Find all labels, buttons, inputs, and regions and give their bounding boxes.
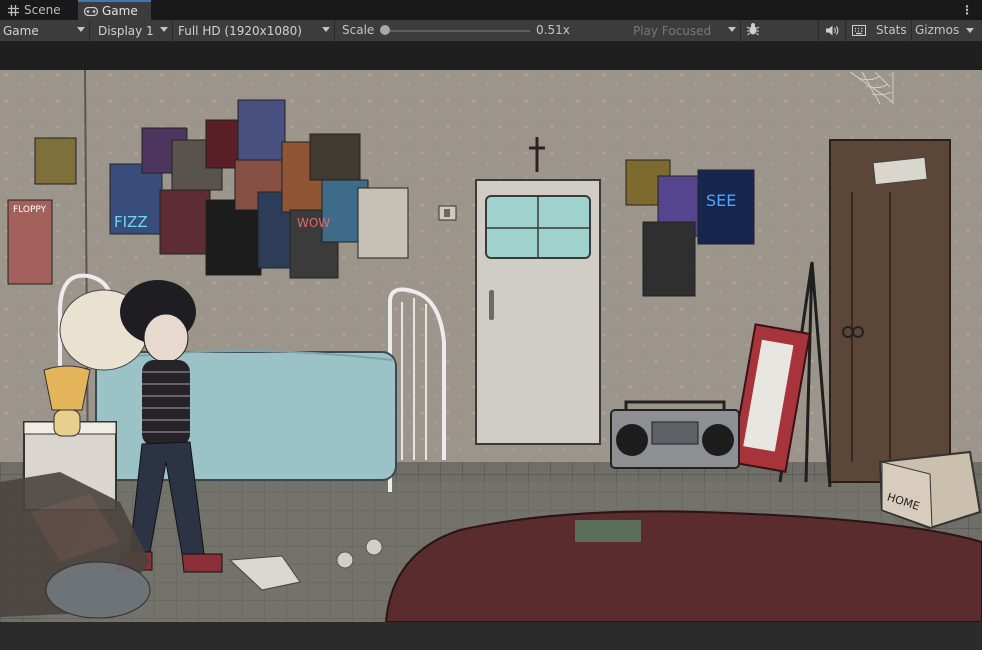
scale-label: Scale: [342, 23, 375, 37]
scale-value: 0.51x: [536, 23, 570, 37]
tab-scene[interactable]: Scene: [0, 0, 76, 20]
display-dropdown-label: Display 1: [98, 23, 154, 38]
poster-text: SEE: [706, 191, 736, 210]
gizmos-chevron-down-icon[interactable]: [966, 28, 974, 33]
game-view-dropdown[interactable]: Game: [0, 20, 90, 41]
poster-text: WOW: [297, 216, 330, 230]
resolution-dropdown-label: Full HD (1920x1080): [178, 23, 302, 38]
tab-game[interactable]: Game: [78, 0, 151, 20]
gamepad-icon: [84, 5, 98, 17]
game-view-toolbar: Game Display 1 Full HD (1920x1080) Scale…: [0, 20, 982, 42]
window-tab-bar: Scene Game ⋮: [0, 0, 982, 20]
poster-text: FIZZ: [114, 213, 148, 231]
grid-icon: [6, 4, 20, 16]
game-scene: FLOPPY FIZZ WOW SEE HOME: [0, 42, 982, 622]
chevron-down-icon: [77, 27, 85, 32]
speaker-icon[interactable]: [823, 22, 841, 39]
chevron-down-icon: [322, 27, 330, 32]
toolbar-separator: [818, 20, 819, 41]
resolution-dropdown[interactable]: Full HD (1920x1080): [175, 20, 335, 41]
toolbar-separator: [845, 20, 846, 41]
stats-button[interactable]: Stats: [876, 23, 907, 37]
display-dropdown[interactable]: Display 1: [95, 20, 173, 41]
scale-slider-track[interactable]: [382, 30, 530, 32]
bug-icon[interactable]: [745, 22, 761, 38]
game-viewport[interactable]: FLOPPY FIZZ WOW SEE HOME: [0, 42, 982, 622]
game-view-footer: [0, 622, 982, 650]
poster-text: FLOPPY: [13, 205, 47, 215]
chevron-down-icon: [728, 27, 736, 32]
chevron-down-icon: [160, 27, 168, 32]
foreground-couch: [384, 510, 982, 622]
game-view-dropdown-label: Game: [3, 23, 39, 38]
play-mode-dropdown[interactable]: Play Focused: [630, 20, 741, 41]
tab-game-label: Game: [102, 4, 138, 18]
more-options-icon[interactable]: ⋮: [961, 3, 973, 17]
tab-scene-label: Scene: [24, 3, 61, 17]
play-mode-dropdown-label: Play Focused: [633, 23, 712, 38]
toolbar-separator: [911, 20, 912, 41]
scale-slider-thumb[interactable]: [380, 25, 390, 35]
boombox: [610, 400, 740, 469]
gizmos-button[interactable]: Gizmos: [915, 23, 959, 37]
keyboard-shortcuts-icon[interactable]: [850, 22, 868, 39]
